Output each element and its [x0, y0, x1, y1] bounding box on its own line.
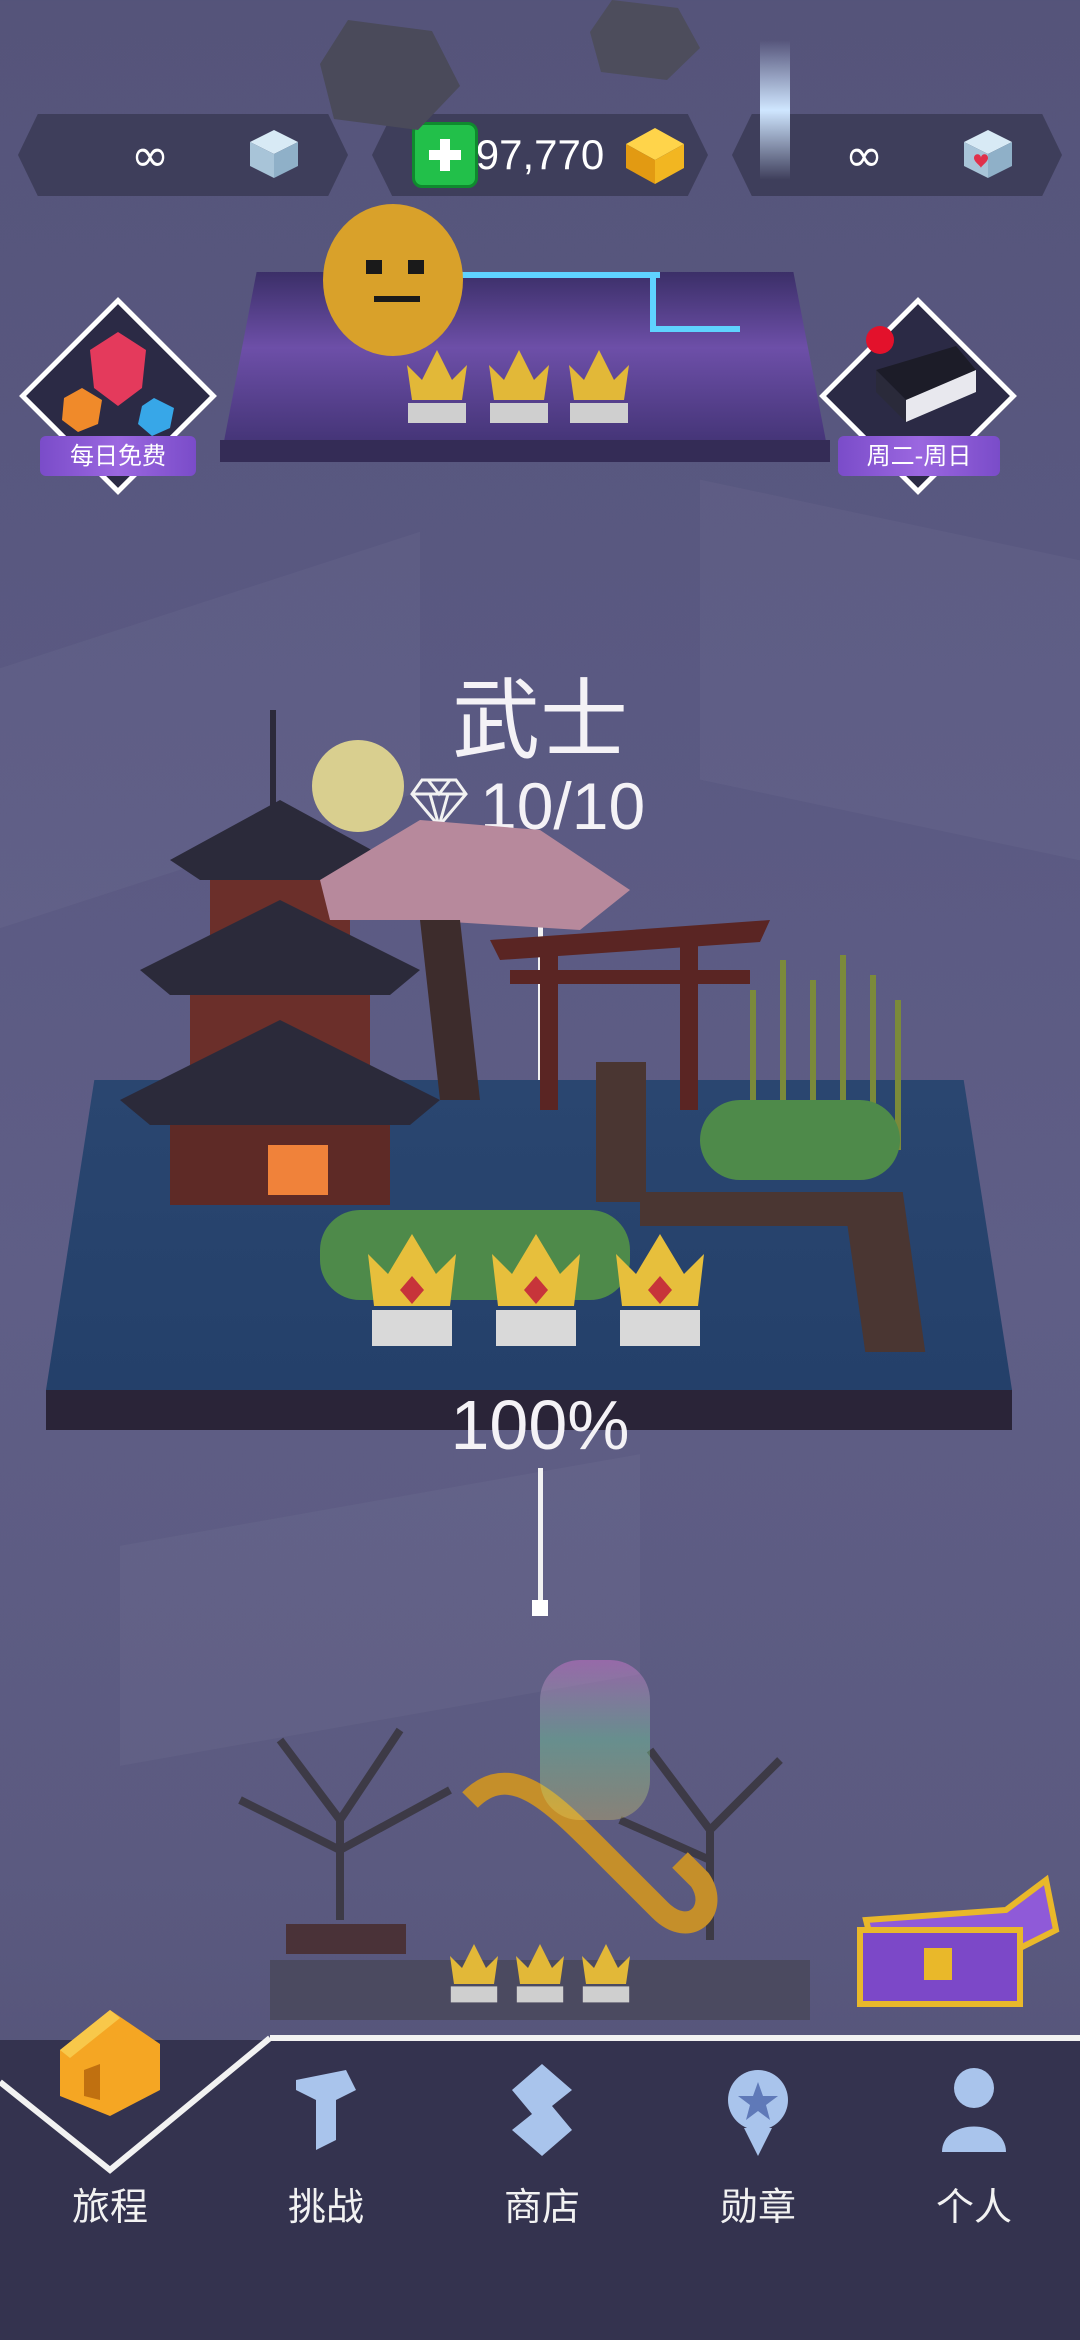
crown-2	[492, 1234, 580, 1346]
house-icon	[60, 2010, 160, 2116]
pixel-sun-character	[323, 204, 463, 356]
nav-journey[interactable]: 旅程	[2, 2010, 218, 2340]
asteroid-decoration	[590, 0, 700, 80]
rainbow-glow	[540, 1660, 650, 1820]
infinity-text: ∞	[130, 128, 169, 182]
park-bench	[286, 1924, 406, 1954]
ice-cube-icon	[250, 130, 298, 178]
nav-challenge-label: 挑战	[287, 2185, 364, 2229]
crown-1	[368, 1234, 456, 1346]
treasure-chest-button[interactable]	[846, 1870, 1066, 2010]
user-icon	[942, 2068, 1006, 2152]
daily-free-label: 每日免费	[40, 436, 196, 476]
asteroid-decoration	[320, 20, 460, 130]
lives-counter[interactable]: ∞	[18, 114, 348, 196]
challenge-icon	[296, 2070, 356, 2150]
weekday-label: 周二-周日	[838, 436, 1000, 476]
gold-gem-icon	[626, 128, 684, 184]
wooden-dock	[640, 1192, 870, 1226]
crown-3	[616, 1234, 704, 1346]
path-node	[532, 1600, 548, 1616]
nav-journey-label: 旅程	[71, 2185, 148, 2229]
nav-divider	[270, 2035, 1080, 2041]
infinity-text: ∞	[844, 128, 883, 182]
add-gems-button[interactable]	[412, 122, 478, 188]
nav-medals[interactable]: 勋章	[650, 2060, 866, 2340]
level-progress-percent: 100%	[450, 1386, 630, 1464]
plus-icon	[429, 139, 461, 171]
nav-medals-label: 勋章	[719, 2185, 796, 2229]
path-line-lower	[538, 1468, 543, 1608]
heart-cube-icon	[964, 130, 1012, 178]
wooden-dock	[596, 1062, 646, 1202]
grass-island	[700, 1100, 900, 1180]
medal-icon	[728, 2070, 788, 2156]
crown-small-3	[569, 350, 629, 423]
gem-counter[interactable]: 97,770	[372, 114, 708, 196]
crown-small-2	[489, 350, 549, 423]
crown-small-next-2	[516, 1944, 564, 2003]
nav-profile-label: 个人	[935, 2185, 1012, 2229]
nav-profile[interactable]: 个人	[866, 2060, 1080, 2340]
nav-challenge[interactable]: 挑战	[218, 2060, 434, 2340]
crown-small-1	[407, 350, 467, 423]
gem-count: 97,770	[475, 131, 605, 178]
crown-small-next-3	[582, 1944, 630, 2003]
shop-icon	[512, 2064, 572, 2156]
crown-small-next-1	[450, 1944, 498, 2003]
spark-decoration	[760, 40, 790, 180]
previous-level-board-edge	[220, 440, 830, 462]
gems-icon	[62, 332, 174, 436]
nav-shop-label: 商店	[503, 2185, 580, 2229]
nav-shop[interactable]: 商店	[434, 2060, 650, 2340]
notification-dot	[866, 326, 894, 354]
